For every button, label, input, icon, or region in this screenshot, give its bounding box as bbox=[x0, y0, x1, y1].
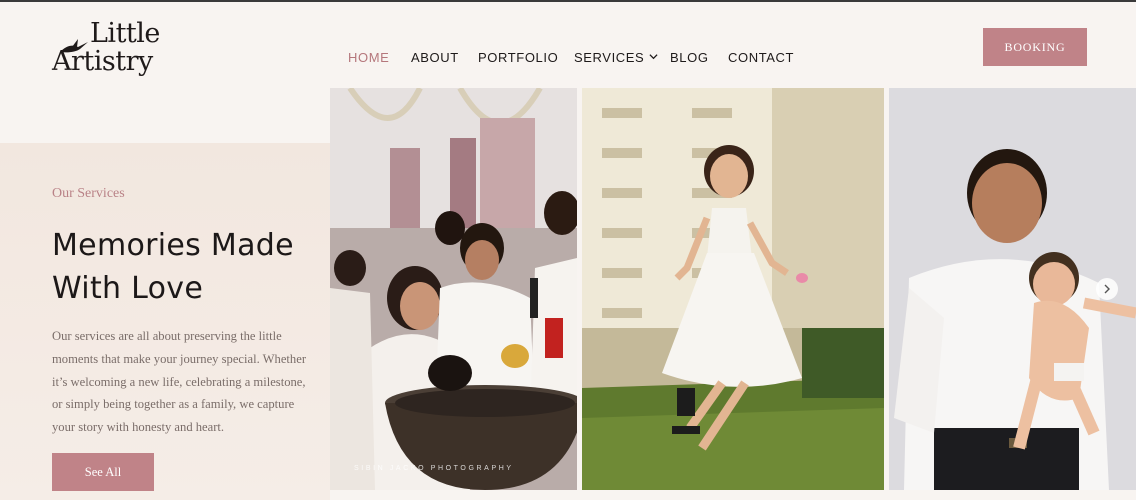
chevron-right-icon bbox=[1104, 284, 1110, 294]
chevron-down-icon bbox=[649, 53, 658, 59]
carousel-next-button[interactable] bbox=[1096, 278, 1118, 300]
headline-line2: With Love bbox=[52, 271, 204, 306]
baptism-photo-illustration bbox=[330, 88, 577, 490]
top-border bbox=[0, 0, 1136, 2]
main-nav: HOME ABOUT PORTFOLIO SERVICES BLOG CONTA… bbox=[348, 48, 798, 66]
nav-blog[interactable]: BLOG bbox=[670, 50, 728, 65]
section-description: Our services are all about preserving th… bbox=[52, 329, 307, 435]
photo-watermark: SIBIN JACKO PHOTOGRAPHY bbox=[354, 465, 514, 472]
page-title: Memories Made With Love bbox=[52, 224, 327, 310]
brand-name-line2: Artistry bbox=[52, 46, 153, 77]
nav-portfolio[interactable]: PORTFOLIO bbox=[478, 50, 574, 65]
nav-contact[interactable]: CONTACT bbox=[728, 50, 798, 65]
nav-home[interactable]: HOME bbox=[348, 50, 411, 65]
booking-button[interactable]: BOOKING bbox=[983, 28, 1087, 66]
girl-photo-illustration bbox=[582, 88, 884, 490]
brand-logo[interactable]: Little Artistry bbox=[50, 16, 180, 88]
nav-about[interactable]: ABOUT bbox=[411, 50, 478, 65]
brand-name-line1: Little bbox=[90, 18, 160, 49]
baptism-photo[interactable]: SIBIN JACKO PHOTOGRAPHY bbox=[330, 88, 577, 490]
girl-in-white-dress-photo[interactable] bbox=[582, 88, 884, 490]
section-eyebrow: Our Services bbox=[52, 186, 125, 201]
headline-line1: Memories Made bbox=[52, 228, 294, 263]
see-all-button[interactable]: See All bbox=[52, 453, 154, 491]
services-panel bbox=[0, 143, 330, 500]
nav-services-label: SERVICES bbox=[574, 49, 645, 65]
nav-services[interactable]: SERVICES bbox=[574, 50, 670, 65]
